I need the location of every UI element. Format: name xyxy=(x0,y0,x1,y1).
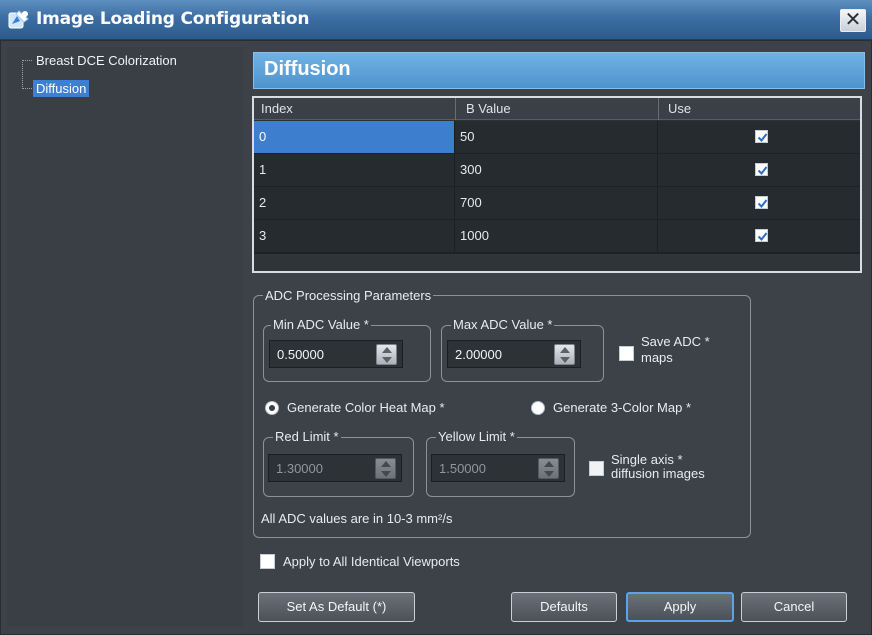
max-adc-label: Max ADC Value * xyxy=(451,317,555,332)
defaults-button[interactable]: Defaults xyxy=(511,592,617,622)
use-checkbox[interactable] xyxy=(755,229,768,242)
use-checkbox[interactable] xyxy=(755,163,768,176)
column-header-use[interactable]: Use xyxy=(668,101,691,116)
apply-button[interactable]: Apply xyxy=(626,592,734,622)
column-header-b-value[interactable]: B Value xyxy=(466,101,511,116)
cell-b-value[interactable]: 1000 xyxy=(455,220,658,252)
set-as-default-button[interactable]: Set As Default (*) xyxy=(258,592,415,622)
cell-use xyxy=(658,220,860,252)
units-note: All ADC values are in 10-3 mm²/s xyxy=(261,511,453,526)
apply-all-viewports-label: Apply to All Identical Viewports xyxy=(283,554,460,569)
cell-use xyxy=(658,121,860,153)
checkmark-icon xyxy=(757,166,768,176)
column-separator[interactable] xyxy=(455,98,456,120)
use-checkbox[interactable] xyxy=(755,196,768,209)
red-limit-spinbox[interactable]: 1.30000 xyxy=(268,454,402,482)
three-color-map-radio[interactable] xyxy=(531,401,545,415)
tree-item-diffusion[interactable]: Diffusion xyxy=(33,80,90,97)
save-adc-maps-checkbox[interactable] xyxy=(619,346,634,361)
cell-use xyxy=(658,187,860,219)
settings-tree: Breast DCE Colorization Diffusion xyxy=(7,47,243,627)
section-header: Diffusion xyxy=(253,52,865,89)
red-limit-stepper[interactable] xyxy=(375,458,396,479)
cancel-button[interactable]: Cancel xyxy=(741,592,847,622)
red-limit-label: Red Limit * xyxy=(273,429,341,444)
title-bar: Image Loading Configuration ✕ xyxy=(0,0,872,40)
section-title: Diffusion xyxy=(264,58,351,80)
use-checkbox[interactable] xyxy=(755,130,768,143)
cell-index[interactable]: 3 xyxy=(254,220,455,252)
cell-b-value[interactable]: 700 xyxy=(455,187,658,219)
column-separator[interactable] xyxy=(658,98,659,120)
cell-b-value[interactable]: 50 xyxy=(455,121,658,153)
close-button[interactable]: ✕ xyxy=(840,9,866,32)
yellow-limit-spinbox[interactable]: 1.50000 xyxy=(431,454,565,482)
app-logo-icon xyxy=(8,10,29,29)
color-heat-map-radio[interactable] xyxy=(265,401,279,415)
yellow-limit-stepper[interactable] xyxy=(538,458,559,479)
column-header-index[interactable]: Index xyxy=(261,101,293,116)
yellow-limit-value: 1.50000 xyxy=(439,461,486,476)
cell-use xyxy=(658,154,860,186)
min-adc-label: Min ADC Value * xyxy=(271,317,371,332)
tree-connector xyxy=(22,60,32,61)
checkmark-icon xyxy=(757,199,768,209)
tree-item-breast-dce[interactable]: Breast DCE Colorization xyxy=(33,52,180,69)
max-adc-stepper[interactable] xyxy=(554,344,575,365)
apply-all-viewports-checkbox[interactable] xyxy=(260,554,275,569)
window-title: Image Loading Configuration xyxy=(36,9,310,29)
single-axis-checkbox[interactable] xyxy=(589,461,604,476)
single-axis-label: Single axis * xyxy=(611,452,683,467)
max-adc-spinbox[interactable]: 2.00000 xyxy=(447,340,581,368)
table-header: Index B Value Use xyxy=(254,98,860,120)
table-row[interactable]: 0 50 xyxy=(254,121,860,154)
cell-index[interactable]: 2 xyxy=(254,187,455,219)
single-axis-label-line2: diffusion images xyxy=(611,466,705,481)
tree-connector xyxy=(22,60,23,89)
cell-index[interactable]: 0 xyxy=(254,121,455,153)
b-value-table: Index B Value Use 0 50 1 300 2 700 3 100… xyxy=(252,96,862,273)
table-row[interactable]: 1 300 xyxy=(254,154,860,187)
adc-parameters-title: ADC Processing Parameters xyxy=(263,288,434,303)
tree-connector xyxy=(22,88,32,89)
checkmark-icon xyxy=(757,133,768,143)
min-adc-spinbox[interactable]: 0.50000 xyxy=(269,340,403,368)
max-adc-value: 2.00000 xyxy=(455,347,502,362)
min-adc-value: 0.50000 xyxy=(277,347,324,362)
save-adc-maps-label: Save ADC * xyxy=(641,334,710,349)
three-color-map-label: Generate 3-Color Map * xyxy=(553,400,692,415)
table-row[interactable]: 2 700 xyxy=(254,187,860,220)
table-empty-area xyxy=(254,253,860,271)
table-row[interactable]: 3 1000 xyxy=(254,220,860,253)
cell-index[interactable]: 1 xyxy=(254,154,455,186)
color-heat-map-label: Generate Color Heat Map * xyxy=(287,400,445,415)
close-icon: ✕ xyxy=(844,9,862,31)
checkmark-icon xyxy=(757,232,768,242)
red-limit-value: 1.30000 xyxy=(276,461,323,476)
cell-b-value[interactable]: 300 xyxy=(455,154,658,186)
yellow-limit-label: Yellow Limit * xyxy=(436,429,517,444)
save-adc-maps-label-line2: maps xyxy=(641,350,673,365)
min-adc-stepper[interactable] xyxy=(376,344,397,365)
